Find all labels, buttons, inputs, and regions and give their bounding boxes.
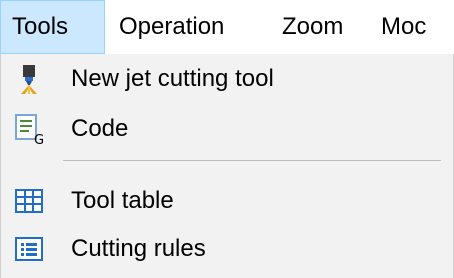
menu-tools[interactable]: Tools [0,0,105,54]
jet-cutting-tool-icon [13,63,45,95]
menu-item-code[interactable]: G Code [1,104,453,154]
menu-item-label: New jet cutting tool [71,65,274,92]
cutting-rules-icon [13,233,45,265]
menu-operation[interactable]: Operation [105,0,268,54]
menu-bar: Tools Operation Zoom Moc [0,0,454,55]
menu-item-new-jet-cutting-tool[interactable]: New jet cutting tool [1,54,453,104]
tools-dropdown-menu: New jet cutting tool G Code Tool table C… [0,54,454,278]
menu-item-label: Tool table [71,187,174,214]
menu-item-label: Code [71,115,129,142]
menu-zoom[interactable]: Zoom [268,0,371,54]
menu-separator [63,160,441,161]
menu-item-cutting-rules[interactable]: Cutting rules [1,224,453,274]
menu-mod[interactable]: Moc [371,0,454,54]
code-icon: G [13,113,45,145]
menu-item-label: Cutting rules [71,235,206,262]
svg-text:G: G [34,133,44,145]
menu-item-tool-table[interactable]: Tool table [1,176,453,226]
table-icon [13,185,45,217]
